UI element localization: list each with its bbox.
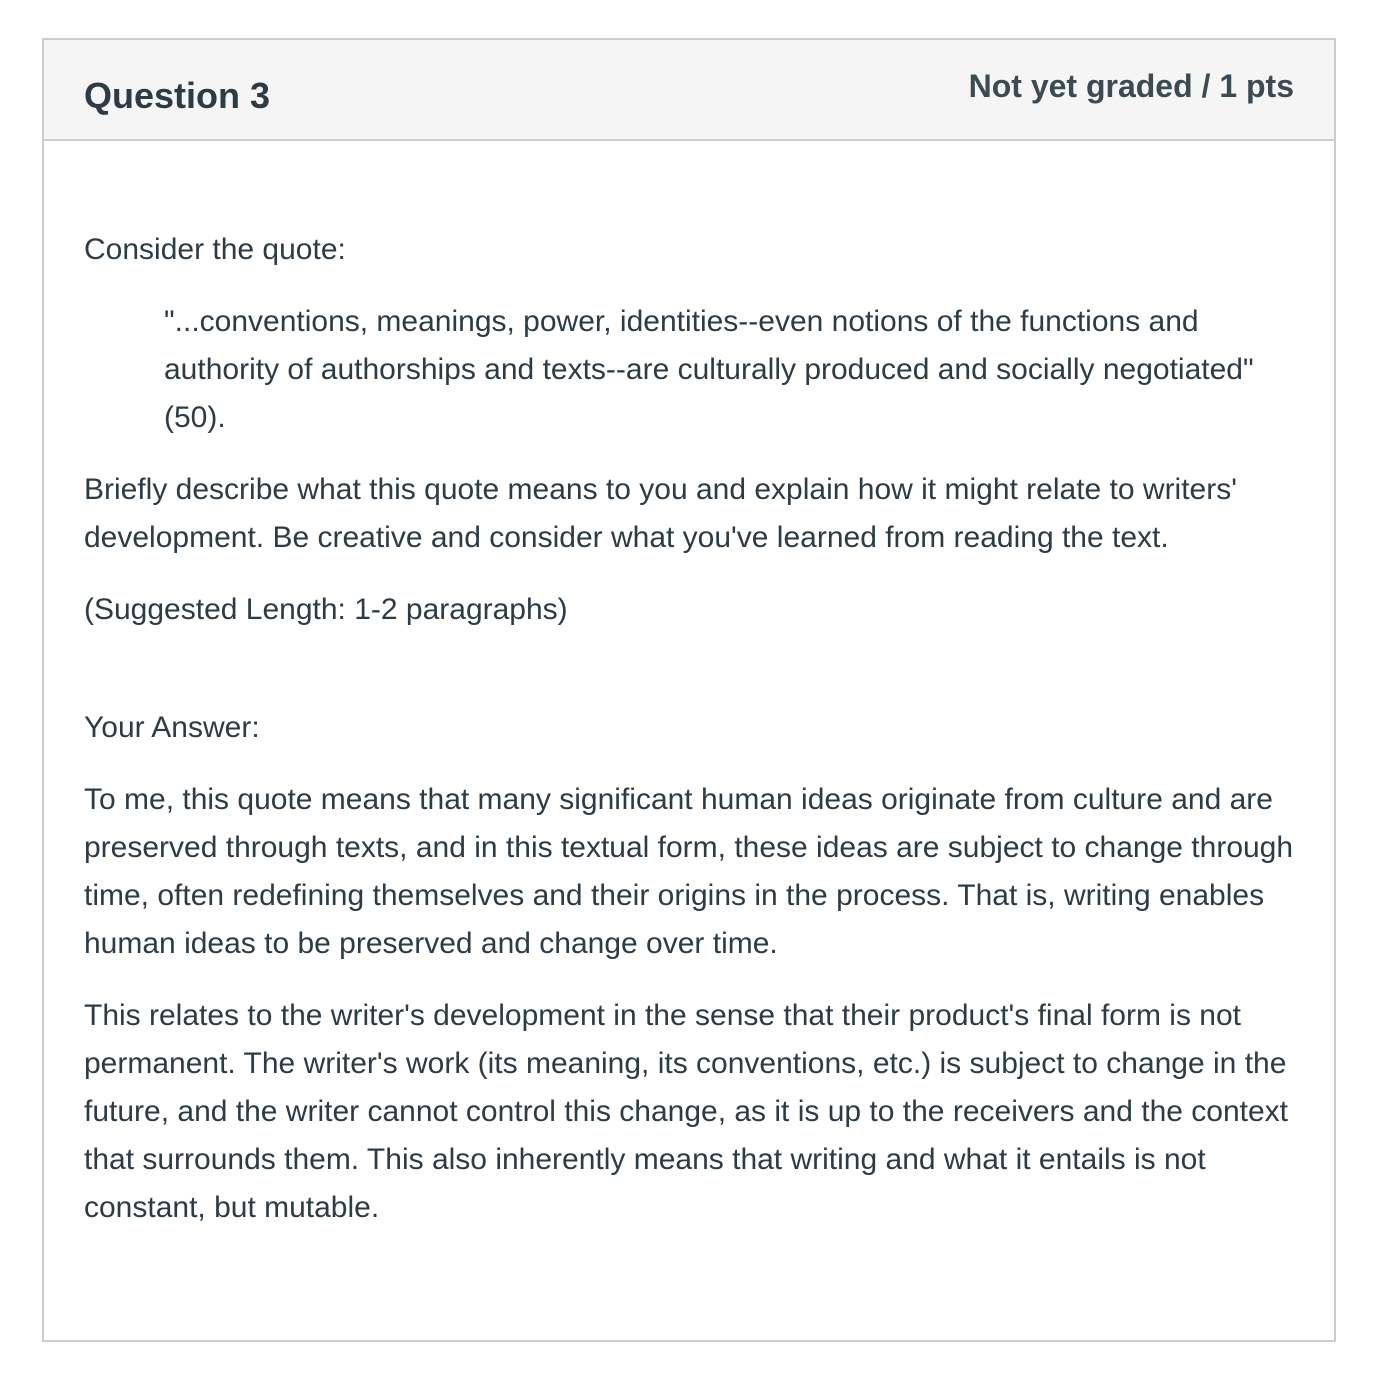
question-header: Question 3 Not yet graded / 1 pts — [44, 40, 1334, 141]
answer-paragraph-2: This relates to the writer's development… — [84, 999, 1289, 1224]
points-status: Not yet graded / 1 pts — [968, 68, 1294, 104]
question-card: Question 3 Not yet graded / 1 pts Consid… — [42, 38, 1336, 1342]
prompt-quote: "...conventions, meanings, power, identi… — [164, 305, 1254, 434]
answer-paragraph-1: To me, this quote means that many signif… — [84, 783, 1294, 960]
question-body: Consider the quote: "...conventions, mea… — [84, 226, 1298, 1256]
suggested-length: (Suggested Length: 1-2 paragraphs) — [84, 593, 568, 626]
prompt-intro: Consider the quote: — [84, 233, 346, 266]
prompt-instructions: Briefly describe what this quote means t… — [84, 473, 1237, 554]
question-title: Question 3 — [84, 75, 271, 116]
answer-label: Your Answer: — [84, 711, 260, 744]
